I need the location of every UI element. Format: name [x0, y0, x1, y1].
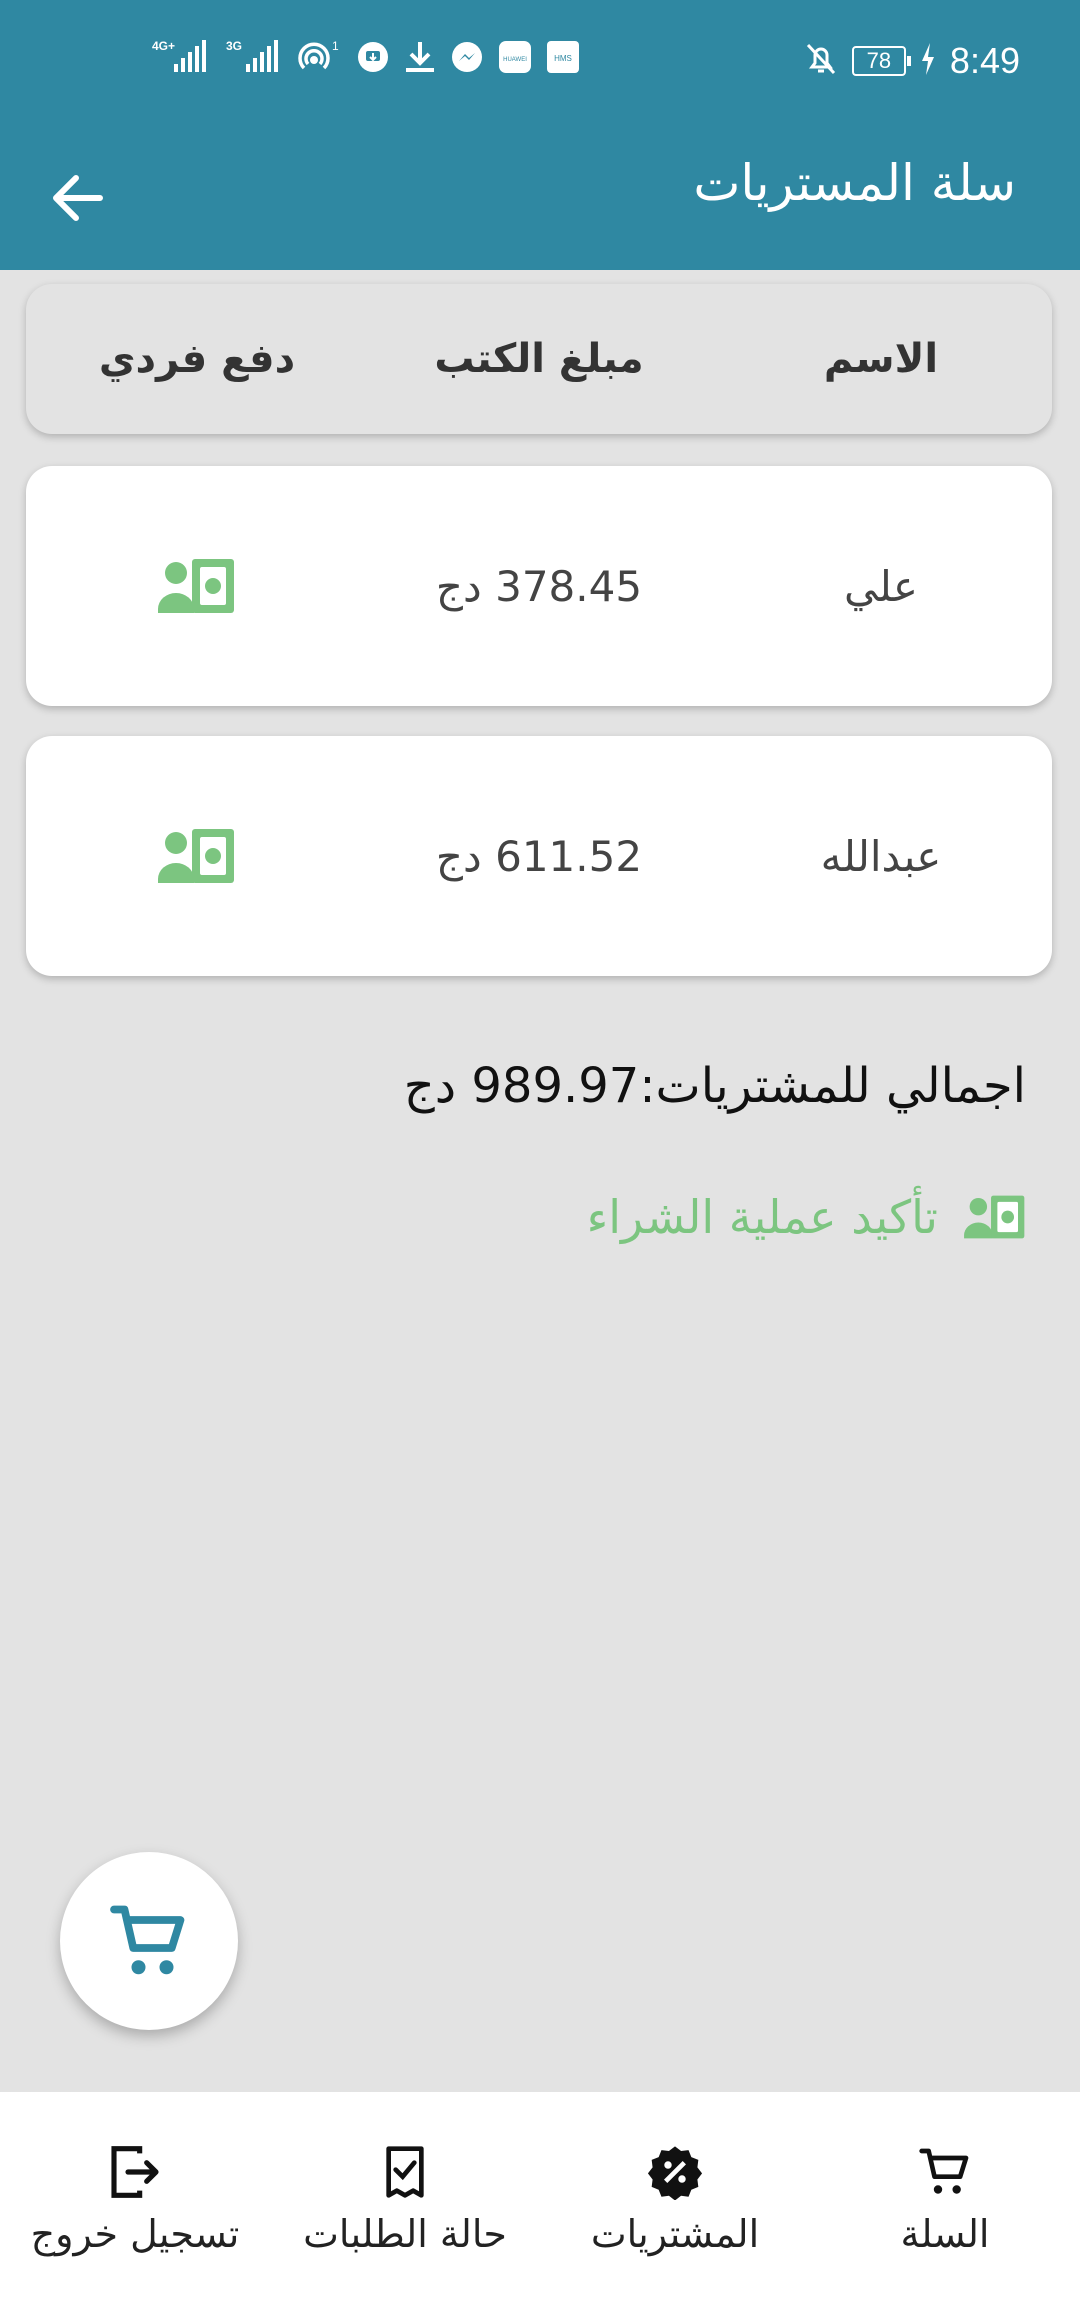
nav-order-status[interactable]: حالة الطلبات [270, 2092, 540, 2310]
svg-text:3G: 3G [226, 39, 242, 53]
svg-text:HUAWEI: HUAWEI [503, 57, 527, 63]
status-time: 8:49 [949, 40, 1020, 81]
table-row: علي 378.45 دج [26, 466, 1052, 706]
back-button[interactable] [40, 158, 120, 238]
row-amount: 611.52 دج [435, 831, 643, 881]
logout-icon [111, 2146, 159, 2198]
messenger-icon [450, 40, 484, 74]
row-amount: 378.45 دج [435, 561, 643, 611]
nav-label: حالة الطلبات [303, 2212, 507, 2256]
discount-badge-icon [647, 2146, 703, 2200]
huawei-icon: HUAWEI [498, 40, 532, 74]
svg-text:HMS: HMS [554, 54, 572, 63]
row-name: عبدالله [820, 831, 942, 881]
confirm-label: تأكيد عملية الشراء [586, 1190, 938, 1244]
hms-icon: HMS [546, 40, 580, 74]
header-name: الاسم [823, 336, 939, 382]
order-check-icon [386, 2146, 424, 2198]
header-amount: مبلغ الكتب [434, 336, 644, 382]
floating-cart-button[interactable] [60, 1852, 238, 2030]
nav-label: تسجيل خروج [30, 2212, 240, 2256]
confirm-purchase-button[interactable]: تأكيد عملية الشراء [587, 1190, 1026, 1244]
cart-icon [110, 1905, 185, 1975]
pay-individual-button[interactable] [26, 827, 368, 885]
nav-logout[interactable]: تسجيل خروج [0, 2092, 270, 2310]
nav-label: السلة [900, 2212, 990, 2256]
hotspot-icon: 1 [296, 39, 342, 74]
svg-text:1: 1 [332, 39, 339, 53]
download-circle-icon [356, 40, 390, 74]
cart-icon [919, 2148, 969, 2194]
signal-4g-icon: 4G+ [152, 39, 212, 74]
nav-cart[interactable]: السلة [810, 2092, 1080, 2310]
status-icons-left: 4G+ 3G 1 HUAWEI HMS [152, 39, 580, 74]
pay-cash-icon [158, 559, 234, 613]
status-icons-right: 78 8:49 [804, 40, 1020, 82]
status-bar: 4G+ 3G 1 HUAWEI HMS 78 8:49 [0, 0, 1080, 124]
pay-individual-button[interactable] [26, 557, 368, 615]
row-name: علي [844, 561, 918, 611]
bottom-navigation: السلة المشتريات حالة الطلبات تسجيل خروج [0, 2092, 1080, 2310]
svg-text:4G+: 4G+ [152, 39, 175, 53]
battery-icon: 78 [851, 46, 911, 76]
table-header: الاسم مبلغ الكتب دفع فردي [26, 284, 1052, 434]
arrow-left-icon [53, 175, 103, 221]
page-title: سلة المستريات [693, 154, 1016, 212]
pay-cash-icon [158, 829, 234, 883]
charging-icon [920, 43, 936, 79]
header-pay: دفع فردي [98, 336, 296, 382]
table-row: عبدالله 611.52 دج [26, 736, 1052, 976]
purchases-total: اجمالي للمشتريات:989.97 دج [403, 1058, 1026, 1114]
app-bar: سلة المستريات [0, 124, 1080, 270]
nav-purchases[interactable]: المشتريات [540, 2092, 810, 2310]
download-icon [404, 40, 436, 74]
pay-cash-icon [964, 1195, 1025, 1239]
nav-label: المشتريات [590, 2212, 760, 2256]
bell-off-icon [804, 41, 838, 81]
signal-3g-icon: 3G [226, 39, 282, 74]
